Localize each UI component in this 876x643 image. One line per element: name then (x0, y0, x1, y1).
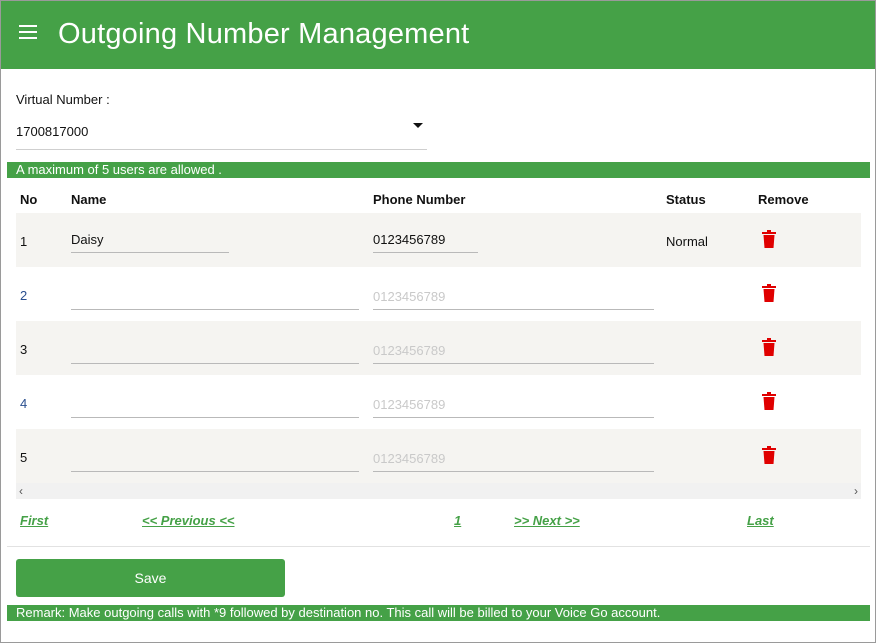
table-row: 5 0123456789 (16, 429, 861, 483)
app-header: Outgoing Number Management (1, 1, 875, 69)
previous-page-link[interactable]: << Previous << (142, 513, 235, 528)
row-number: 2 (20, 288, 28, 303)
save-button[interactable]: Save (16, 559, 285, 597)
trash-icon[interactable] (762, 338, 776, 356)
column-header-phone: Phone Number (373, 192, 466, 207)
row-number: 5 (20, 450, 28, 465)
phone-value: 0123456789 (373, 232, 446, 247)
phone-input[interactable]: 0123456789 (373, 339, 654, 364)
first-page-link[interactable]: First (20, 513, 48, 528)
phone-placeholder: 0123456789 (373, 343, 446, 358)
row-number: 1 (20, 234, 28, 249)
name-input[interactable] (71, 285, 359, 310)
remark-banner: Remark: Make outgoing calls with *9 foll… (7, 605, 870, 621)
row-number: 4 (20, 396, 28, 411)
phone-input[interactable]: 0123456789 (373, 447, 654, 472)
trash-icon[interactable] (762, 230, 776, 248)
phone-placeholder: 0123456789 (373, 397, 446, 412)
phone-input[interactable]: 0123456789 (373, 285, 654, 310)
virtual-number-value: 1700817000 (16, 124, 89, 139)
phone-input[interactable]: 0123456789 (373, 228, 478, 253)
horizontal-scrollbar[interactable]: ‹ › (16, 483, 861, 499)
app-window: Outgoing Number Management Virtual Numbe… (0, 0, 876, 643)
column-header-remove: Remove (758, 192, 809, 207)
table-row: 4 0123456789 (16, 375, 861, 429)
divider (7, 546, 870, 547)
page-title: Outgoing Number Management (58, 18, 470, 50)
last-page-link[interactable]: Last (747, 513, 774, 528)
virtual-number-label: Virtual Number : (16, 92, 110, 107)
table-row: 3 0123456789 (16, 321, 861, 375)
trash-icon[interactable] (762, 284, 776, 302)
column-header-no: No (20, 192, 38, 207)
max-users-notice: A maximum of 5 users are allowed . (7, 162, 870, 178)
virtual-number-select[interactable]: 1700817000 (16, 114, 427, 150)
dropdown-caret-icon (413, 123, 423, 128)
phone-placeholder: 0123456789 (373, 289, 446, 304)
scroll-right-icon[interactable]: › (854, 484, 858, 498)
name-input[interactable]: Daisy (71, 228, 229, 253)
name-value: Daisy (71, 232, 104, 247)
page-number-link[interactable]: 1 (454, 513, 461, 528)
phone-placeholder: 0123456789 (373, 451, 446, 466)
name-input[interactable] (71, 447, 359, 472)
name-input[interactable] (71, 393, 359, 418)
column-header-name: Name (71, 192, 107, 207)
table-row: 1 Daisy 0123456789 Normal (16, 213, 861, 267)
column-header-status: Status (666, 192, 706, 207)
name-input[interactable] (71, 339, 359, 364)
hamburger-menu-icon[interactable] (19, 25, 37, 40)
next-page-link[interactable]: >> Next >> (514, 513, 580, 528)
trash-icon[interactable] (762, 446, 776, 464)
phone-input[interactable]: 0123456789 (373, 393, 654, 418)
trash-icon[interactable] (762, 392, 776, 410)
row-number: 3 (20, 342, 28, 357)
scroll-left-icon[interactable]: ‹ (19, 484, 23, 498)
status-text: Normal (666, 234, 708, 249)
table-row: 2 0123456789 (16, 267, 861, 321)
